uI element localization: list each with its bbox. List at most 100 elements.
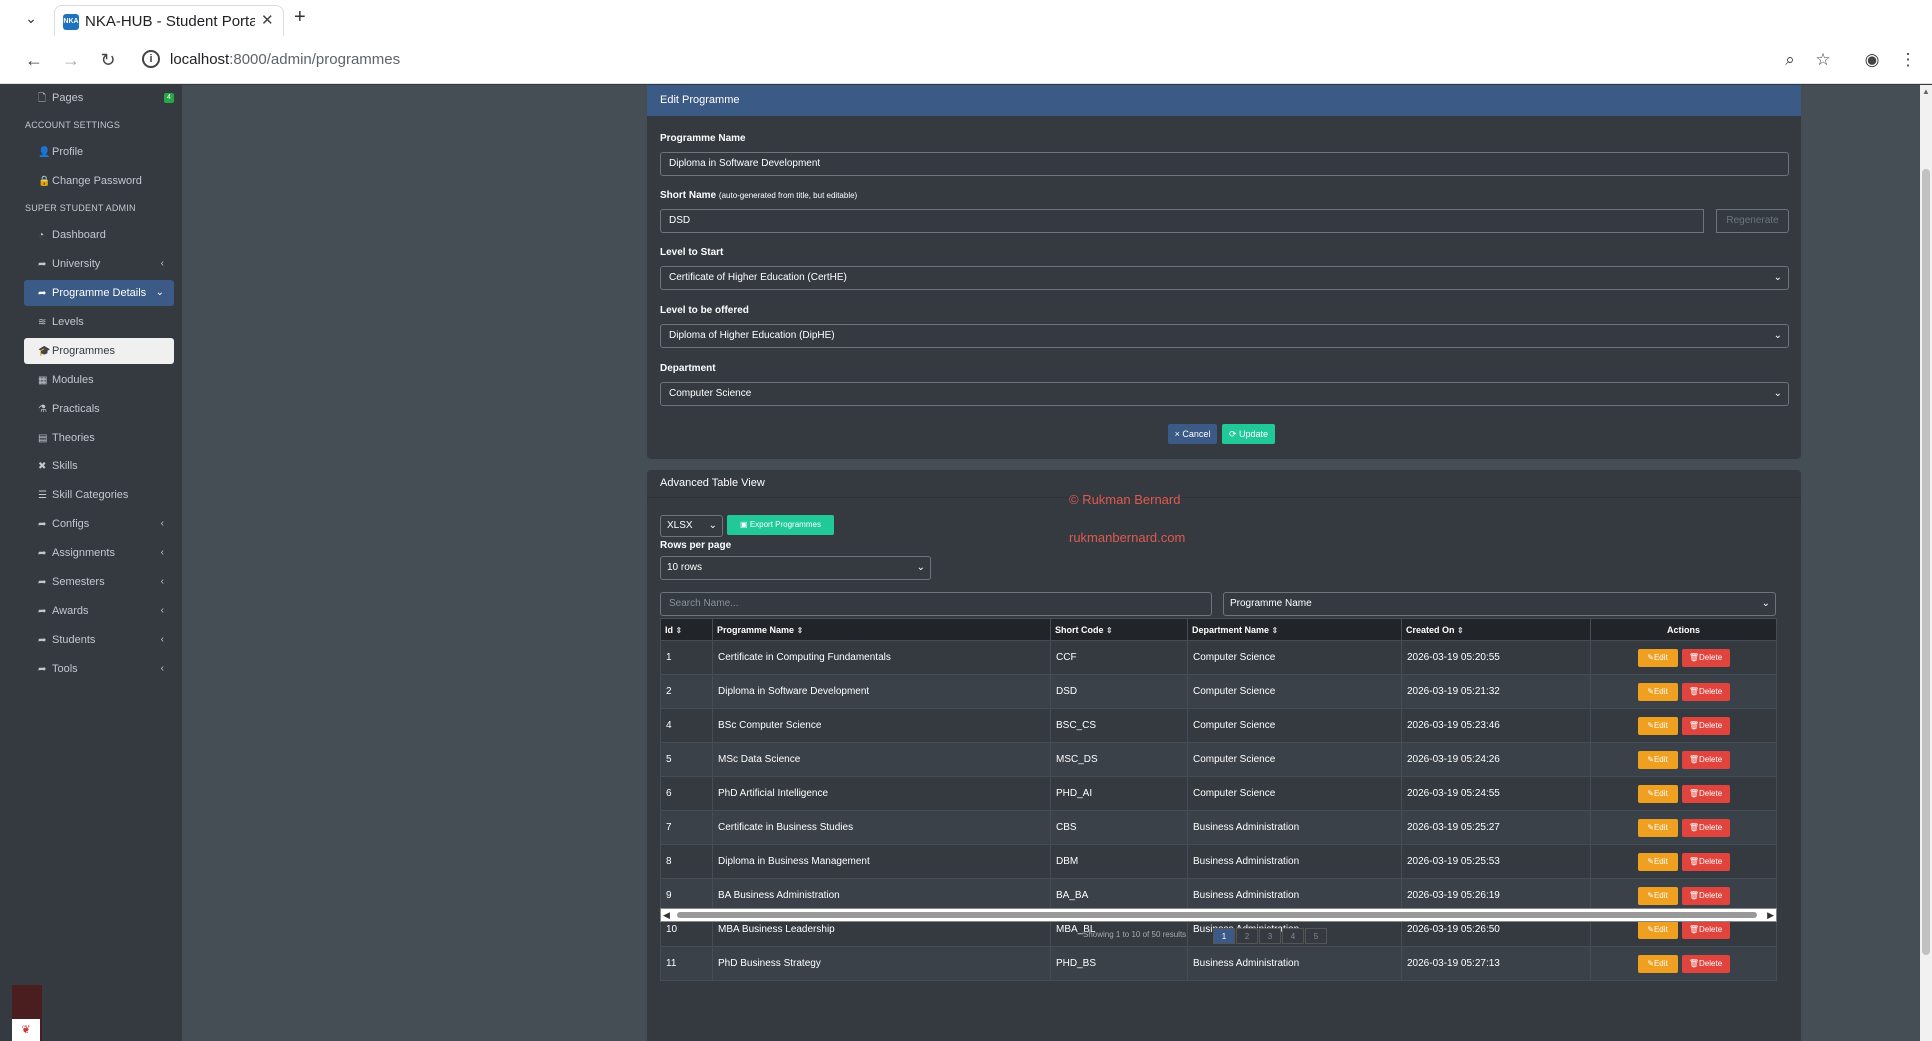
rows-per-page-select[interactable]: 10 rows ⌄ <box>660 556 931 580</box>
department-select[interactable]: Computer Science ⌄ <box>660 382 1789 406</box>
horizontal-scrollbar[interactable]: ◀ ▶ <box>660 908 1777 922</box>
edit-button[interactable]: ✎Edit <box>1637 648 1678 667</box>
address-bar[interactable]: i localhost:8000/admin/programmes <box>132 42 1772 78</box>
sidebar-item-skills[interactable]: ✖ Skills <box>24 453 174 479</box>
sidebar-item-skill-categories[interactable]: ☰ Skill Categories <box>24 482 174 508</box>
layers-icon: ≋ <box>38 317 47 328</box>
sidebar-item-dashboard[interactable]: ◔ Dashboard <box>24 222 174 248</box>
short-name-label: Short Name (auto-generated from title, b… <box>660 190 858 201</box>
sidebar-item-assignments[interactable]: ➦ Assignments ‹ <box>24 540 174 566</box>
sidebar-item-configs[interactable]: ➦ Configs ‹ <box>24 511 174 537</box>
delete-label: Delete <box>1699 890 1723 900</box>
forward-icon[interactable]: → <box>59 48 83 72</box>
scroll-right-icon[interactable]: ▶ <box>1767 909 1774 921</box>
edit-button[interactable]: ✎Edit <box>1637 750 1678 769</box>
sidebar-item-practicals[interactable]: ⚗ Practicals <box>24 396 174 422</box>
cell-department: Computer Science <box>1187 708 1402 743</box>
scrollbar-thumb[interactable] <box>1922 169 1930 955</box>
sidebar-item-programme-details[interactable]: ➦ Programme Details ⌄ <box>24 280 174 306</box>
edit-button[interactable]: ✎Edit <box>1637 886 1678 905</box>
sidebar-item-university[interactable]: ➦ University ‹ <box>24 251 174 277</box>
delete-button[interactable]: 🗑Delete <box>1681 954 1730 973</box>
tab-list-icon[interactable]: ⌄ <box>20 7 42 29</box>
page-3-button[interactable]: 3 <box>1259 928 1281 944</box>
new-tab-button[interactable]: + <box>294 6 306 29</box>
page-4-button[interactable]: 4 <box>1282 928 1304 944</box>
edit-button[interactable]: ✎Edit <box>1637 716 1678 735</box>
cancel-button[interactable]: × Cancel <box>1168 424 1217 444</box>
page-5-button[interactable]: 5 <box>1305 928 1327 944</box>
sidebar-item-levels[interactable]: ≋ Levels <box>24 309 174 335</box>
sidebar-item-students[interactable]: ➦ Students ‹ <box>24 627 174 653</box>
browser-tab[interactable]: NKA NKA-HUB - Student Portal ✕ <box>54 5 284 36</box>
reload-icon[interactable]: ↻ <box>96 48 120 72</box>
delete-button[interactable]: 🗑Delete <box>1681 750 1730 769</box>
back-icon[interactable]: ← <box>22 48 46 72</box>
level-offered-select[interactable]: Diploma of Higher Education (DipHE) ⌄ <box>660 324 1789 348</box>
update-button[interactable]: ⟳ Update <box>1222 424 1275 444</box>
search-input[interactable]: Search Name... <box>660 592 1212 616</box>
site-info-icon[interactable]: i <box>142 50 160 68</box>
level-start-label: Level to Start <box>660 247 724 258</box>
edit-icon: ✎ <box>1647 822 1654 832</box>
column-header-programme-name[interactable]: Programme Name ⇕ <box>712 618 1051 641</box>
sidebar-item-awards[interactable]: ➦ Awards ‹ <box>24 598 174 624</box>
sidebar-item-change-password[interactable]: 🔒 Change Password <box>24 168 174 194</box>
edit-button[interactable]: ✎Edit <box>1637 682 1678 701</box>
menu-kebab-icon[interactable]: ⋮ <box>1896 48 1920 72</box>
delete-button[interactable]: 🗑Delete <box>1681 648 1730 667</box>
sidebar-item-modules[interactable]: ▦ Modules <box>24 367 174 393</box>
export-programmes-button[interactable]: ▣ Export Programmes <box>727 515 834 535</box>
delete-button[interactable]: 🗑Delete <box>1681 818 1730 837</box>
filter-column-select[interactable]: Programme Name ⌄ <box>1223 592 1776 616</box>
edit-button[interactable]: ✎Edit <box>1637 818 1678 837</box>
delete-button[interactable]: 🗑Delete <box>1681 920 1730 939</box>
delete-button[interactable]: 🗑Delete <box>1681 784 1730 803</box>
page-2-button[interactable]: 2 <box>1236 928 1258 944</box>
url-text[interactable]: localhost:8000/admin/programmes <box>170 51 400 68</box>
level-start-select[interactable]: Certificate of Higher Education (CertHE)… <box>660 266 1789 290</box>
sidebar-item-semesters[interactable]: ➦ Semesters ‹ <box>24 569 174 595</box>
delete-button[interactable]: 🗑Delete <box>1681 886 1730 905</box>
scroll-left-icon[interactable]: ◀ <box>663 909 670 921</box>
edit-button[interactable]: ✎Edit <box>1637 920 1678 939</box>
delete-button[interactable]: 🗑Delete <box>1681 852 1730 871</box>
sidebar-item-tools[interactable]: ➦ Tools ‹ <box>24 656 174 682</box>
dashboard-icon: ◔ <box>38 230 45 241</box>
chevron-left-icon: ‹ <box>160 518 164 529</box>
scroll-up-icon[interactable]: ▲ <box>1922 87 1930 96</box>
zoom-icon[interactable]: ⌕ <box>1778 48 1802 72</box>
edit-label: Edit <box>1653 754 1668 764</box>
sidebar-item-pages[interactable]: 🗋 Pages 4 <box>24 85 174 111</box>
vertical-scrollbar[interactable]: ▲ <box>1920 85 1932 1041</box>
cell-short-code: CBS <box>1050 810 1188 845</box>
edit-icon: ✎ <box>1647 788 1654 798</box>
list-icon: ☰ <box>38 490 47 501</box>
delete-button[interactable]: 🗑Delete <box>1681 716 1730 735</box>
cell-short-code: DBM <box>1050 844 1188 879</box>
column-header-short-code[interactable]: Short Code ⇕ <box>1050 618 1188 641</box>
column-header-department-name[interactable]: Department Name ⇕ <box>1187 618 1402 641</box>
close-tab-icon[interactable]: ✕ <box>261 11 274 29</box>
edit-button[interactable]: ✎Edit <box>1637 784 1678 803</box>
delete-button[interactable]: 🗑Delete <box>1681 682 1730 701</box>
regenerate-button[interactable]: Regenerate <box>1716 209 1789 233</box>
short-name-input[interactable]: DSD <box>660 209 1704 233</box>
programme-name-input[interactable]: Diploma in Software Development <box>660 152 1789 176</box>
debug-bar-icon[interactable]: ❦ <box>12 1019 40 1041</box>
edit-button[interactable]: ✎Edit <box>1637 954 1678 973</box>
bookmark-star-icon[interactable]: ☆ <box>1811 48 1835 72</box>
sidebar-item-profile[interactable]: 👤 Profile <box>24 139 174 165</box>
export-format-select[interactable]: XLSX ⌄ <box>660 515 723 537</box>
edit-button[interactable]: ✎Edit <box>1637 852 1678 871</box>
sidebar-item-theories[interactable]: ▤ Theories <box>24 425 174 451</box>
cell-department: Business Administration <box>1187 946 1402 981</box>
profile-icon[interactable]: ◉ <box>1860 48 1884 72</box>
scrollbar-thumb[interactable] <box>677 912 1757 918</box>
page-1-button[interactable]: 1 <box>1213 928 1235 944</box>
column-header-id[interactable]: Id ⇕ <box>660 618 713 641</box>
cell-programme-name: BSc Computer Science <box>712 708 1051 743</box>
column-header-created-on[interactable]: Created On ⇕ <box>1401 618 1591 641</box>
sidebar-item-programmes[interactable]: 🎓 Programmes <box>24 338 174 364</box>
cell-department: Computer Science <box>1187 640 1402 675</box>
